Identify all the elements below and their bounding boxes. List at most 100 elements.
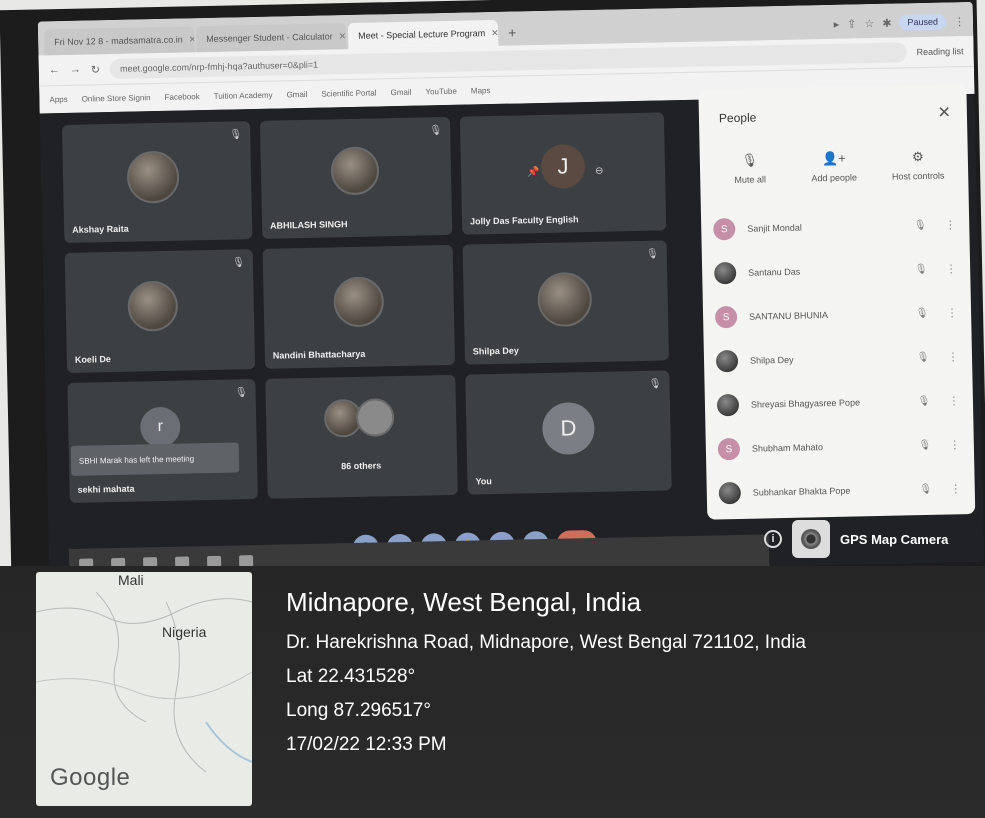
participant-name: SANTANU BHUNIA — [749, 310, 829, 322]
participant-name: Subhankar Bhakta Pope — [752, 485, 851, 498]
location-map: Mali Nigeria Google — [36, 572, 252, 806]
more-vert-icon[interactable]: ⋮ — [946, 350, 960, 363]
mic-off-icon[interactable]: 🎙 — [910, 263, 932, 274]
participant-name: 86 others — [341, 460, 382, 472]
mic-off-icon: 🎙 — [648, 378, 662, 390]
participant-tile[interactable]: 🎙 Koeli De — [64, 249, 256, 373]
mic-off-icon[interactable]: 🎙 — [913, 395, 935, 406]
avatar-letter: r — [157, 417, 164, 436]
browser-tab-active[interactable]: Meet - Special Lecture Program ✕ — [347, 19, 499, 50]
new-tab-icon[interactable]: + — [500, 19, 525, 46]
list-item[interactable]: Shilpa Dey 🎙 ⋮ — [715, 334, 961, 383]
avatar — [718, 481, 742, 505]
browser-tab[interactable]: Fri Nov 12 8 - madsamatra.co.in ✕ — [43, 26, 195, 56]
latitude: Lat 22.431528° — [286, 666, 416, 687]
close-icon[interactable]: ✕ — [937, 102, 951, 122]
google-logo: Google — [50, 764, 131, 791]
people-actions: 🎙 Mute all 👤+ Add people ⚙ Host controls — [710, 148, 959, 185]
list-item[interactable]: Shreyasi Bhagyasree Pope 🎙 ⋮ — [716, 378, 962, 427]
bookmark-item[interactable]: Scientific Portal — [321, 88, 376, 98]
city-name: Midnapore, West Bengal, India — [286, 587, 642, 617]
participant-name: Nandini Bhattacharya — [272, 348, 366, 361]
more-vert-icon[interactable]: ⋮ — [954, 15, 965, 28]
avatar — [126, 150, 180, 204]
avatar — [537, 271, 593, 328]
more-vert-icon[interactable]: ⋮ — [947, 394, 961, 407]
participant-name: Shilpa Dey — [472, 345, 519, 357]
participant-tile[interactable]: r SBHI Marak has left the meeting 🎙 sekh… — [67, 379, 258, 503]
browser-tab[interactable]: Messenger Student - Calculator ✕ — [195, 23, 347, 53]
bookmark-item[interactable]: Tuition Academy — [214, 91, 273, 101]
more-vert-icon[interactable]: ⋮ — [949, 482, 963, 495]
bookmark-item[interactable]: YouTube — [425, 87, 457, 97]
participant-tile[interactable]: J 📌 ⊖ Jolly Das Faculty English — [459, 112, 667, 235]
avatar: J — [540, 144, 586, 190]
mute-all-button[interactable]: 🎙 Mute all — [710, 152, 791, 186]
back-icon[interactable]: ← — [49, 64, 60, 76]
participant-tile[interactable]: 86 others — [265, 374, 458, 499]
avatar: r — [139, 406, 181, 448]
host-controls-button[interactable]: ⚙ Host controls — [878, 148, 959, 182]
avatar — [716, 393, 740, 417]
list-item[interactable]: S Sanjit Mondal 🎙 ⋮ — [713, 202, 958, 251]
bookmark-item[interactable]: Online Store Signin — [82, 93, 151, 103]
map-label: Nigeria — [162, 624, 207, 640]
timestamp: 17/02/22 12:33 PM — [286, 734, 447, 755]
extensions-icon[interactable]: ✱ — [882, 16, 891, 29]
mic-off-icon[interactable]: 🎙 — [915, 483, 937, 494]
more-vert-icon[interactable]: ⋮ — [945, 306, 959, 319]
mic-off-icon[interactable]: 🎙 — [914, 439, 936, 450]
forward-icon[interactable]: → — [70, 64, 81, 76]
more-vert-icon[interactable]: ⋮ — [943, 218, 957, 231]
participant-name: Shubham Mahato — [751, 442, 824, 454]
participant-name: sekhi mahata — [77, 483, 135, 495]
participant-tile[interactable]: 🎙 ABHILASH SINGH — [259, 116, 453, 239]
more-vert-icon[interactable]: ⋮ — [948, 438, 962, 451]
participant-name: Shreyasi Bhagyasree Pope — [750, 397, 861, 410]
mic-off-icon: 🎙 — [741, 152, 759, 168]
pin-icon[interactable]: 📌 — [527, 167, 540, 178]
longitude: Long 87.296517° — [286, 700, 431, 721]
reading-list-button[interactable]: Reading list — [916, 46, 963, 57]
close-icon[interactable]: ✕ — [491, 27, 498, 38]
more-vert-icon[interactable]: ⋮ — [944, 262, 958, 275]
star-icon[interactable]: ☆ — [864, 17, 874, 30]
location-info: Midnapore, West Bengal, India Dr. Harekr… — [286, 584, 806, 762]
mic-off-icon: 🎙 — [645, 248, 659, 260]
camera-logo-icon — [792, 520, 830, 558]
avatar — [333, 276, 385, 328]
profile-button[interactable]: Paused — [899, 13, 947, 31]
people-panel: People ✕ 🎙 Mute all 👤+ Add people ⚙ Host… — [698, 84, 976, 520]
avatar: S — [713, 217, 736, 241]
remove-icon[interactable]: ⊖ — [595, 166, 604, 177]
mic-off-icon[interactable]: 🎙 — [909, 219, 931, 230]
participant-tile[interactable]: Nandini Bhattacharya — [262, 244, 456, 369]
map-label: Mali — [118, 572, 144, 588]
share-icon[interactable]: ⇪ — [847, 17, 856, 30]
close-icon[interactable]: ✕ — [189, 34, 195, 45]
add-people-button[interactable]: 👤+ Add people — [794, 150, 875, 184]
mic-off-icon: 🎙 — [229, 129, 243, 141]
close-icon[interactable]: ✕ — [339, 31, 347, 42]
list-item[interactable]: S Shubham Mahato 🎙 ⋮ — [717, 422, 962, 471]
bookmark-item[interactable]: Gmail — [390, 88, 411, 97]
participant-name: Shilpa Dey — [749, 354, 794, 366]
bookmark-item[interactable]: Apps — [49, 95, 67, 104]
list-item[interactable]: Subhankar Bhakta Pope 🎙 ⋮ — [718, 466, 963, 515]
mic-off-icon: 🎙 — [429, 125, 443, 137]
toast-text: SBHI Marak has left the meeting — [78, 453, 195, 466]
mic-off-icon[interactable]: 🎙 — [911, 307, 933, 318]
participant-tile[interactable]: D 🎙 You — [465, 370, 672, 495]
bookmark-item[interactable]: Gmail — [286, 90, 307, 99]
bookmark-item[interactable]: Maps — [471, 86, 491, 95]
info-icon[interactable]: i — [764, 530, 782, 548]
participant-tile[interactable]: 🎙 Akshay Raita — [61, 121, 253, 244]
bookmark-item[interactable]: Facebook — [164, 92, 199, 102]
cast-icon[interactable]: ▸ — [833, 17, 840, 30]
list-item[interactable]: Santanu Das 🎙 ⋮ — [713, 246, 959, 295]
reload-icon[interactable]: ↻ — [91, 63, 100, 76]
mic-off-icon[interactable]: 🎙 — [912, 351, 934, 362]
list-item[interactable]: S SANTANU BHUNIA 🎙 ⋮ — [714, 290, 960, 339]
participant-tile[interactable]: 🎙 Shilpa Dey — [462, 240, 670, 365]
avatar — [330, 146, 380, 196]
